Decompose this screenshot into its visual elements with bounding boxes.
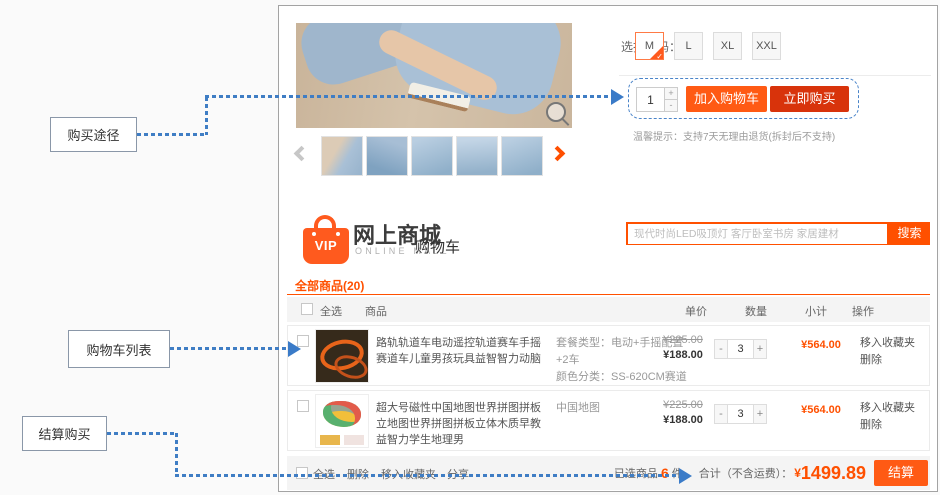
- annotation-label-purchase-path: 购买途径: [50, 117, 137, 152]
- search-input[interactable]: [628, 225, 887, 244]
- bag-dot: [312, 232, 316, 236]
- return-policy-tip: 温馨提示：支持7天无理由退货(拆封后不支持): [633, 128, 835, 143]
- subtotal-cell: ¥564.00: [786, 404, 856, 416]
- delete-link[interactable]: 删除: [860, 417, 915, 434]
- size-option-m[interactable]: M ✓: [635, 32, 664, 60]
- row-actions: 移入收藏夹 删除: [860, 335, 915, 369]
- tab-all-items[interactable]: 全部商品(20): [295, 277, 364, 294]
- gallery-prev-button[interactable]: [293, 142, 311, 168]
- annotation-connector: [107, 432, 177, 435]
- selected-label: 已选商品: [614, 465, 658, 481]
- annotation-text: 结算购买: [38, 424, 90, 443]
- subtotal-cell: ¥564.00: [786, 339, 856, 351]
- row-quantity-stepper: -+: [714, 404, 767, 424]
- cart-footer-bar: 全选 删除 移入收藏夹 分享 已选商品 6 件 合计（不含运费）： ¥ 1499…: [287, 456, 930, 490]
- product-title[interactable]: 路轨轨道车电动遥控轨道赛车手摇赛道车儿童男孩玩具益智智力动脑: [376, 335, 544, 367]
- size-option-label: L: [685, 40, 691, 52]
- annotation-label-cart-list: 购物车列表: [68, 330, 170, 368]
- annotation-arrow-icon: [679, 468, 692, 484]
- header-product: 商品: [365, 303, 387, 319]
- search-button[interactable]: 搜索: [889, 222, 930, 245]
- product-title[interactable]: 超大号磁性中国地图世界拼图拼板立地图世界拼图拼板立体木质早教益智力学生地理男: [376, 400, 544, 448]
- divider: [619, 75, 931, 76]
- price-new: ¥188.00: [648, 349, 718, 361]
- qty-decrease-button[interactable]: -: [714, 339, 728, 359]
- currency-symbol: ¥: [794, 466, 801, 480]
- selected-count: 6: [661, 465, 669, 481]
- price-cell: ¥225.00 ¥188.00: [648, 399, 718, 426]
- total-amount: 1499.89: [801, 463, 866, 484]
- gallery-thumbnail[interactable]: [501, 136, 543, 176]
- bag-dot: [336, 232, 340, 236]
- row-quantity-input[interactable]: [727, 404, 754, 424]
- row-quantity-stepper: -+: [714, 339, 767, 359]
- move-to-favorites-link[interactable]: 移入收藏夹: [860, 400, 915, 417]
- row-checkbox[interactable]: [297, 400, 309, 412]
- annotated-screenshot-canvas: 选择尺码： M ✓ L XL XXL + - 加入购物车 立即购买 温馨提示：支…: [0, 0, 940, 495]
- price-new: ¥188.00: [648, 414, 718, 426]
- chevron-left-icon: [294, 146, 310, 162]
- tab-underline: [287, 294, 930, 295]
- vip-logo-text: VIP: [315, 238, 337, 253]
- size-option-l[interactable]: L: [674, 32, 703, 60]
- search-box: [626, 222, 889, 245]
- header-qty: 数量: [745, 303, 767, 319]
- total-label: 合计（不含运费）：: [699, 465, 793, 481]
- cart-row: 超大号磁性中国地图世界拼图拼板立地图世界拼图拼板立体木质早教益智力学生地理男 中…: [287, 390, 930, 451]
- price-old: ¥225.00: [648, 334, 718, 346]
- annotation-connector: [175, 433, 178, 476]
- gallery-thumbnail[interactable]: [411, 136, 453, 176]
- size-option-label: XXL: [756, 40, 777, 52]
- product-thumbnail-map[interactable]: [315, 394, 369, 448]
- annotation-connector: [137, 133, 207, 136]
- map-thumbs-shape: [320, 435, 340, 445]
- annotation-connector: [205, 97, 208, 135]
- annotation-text: 购买途径: [67, 125, 119, 144]
- gallery-thumbnail[interactable]: [366, 136, 408, 176]
- page-title: 购物车: [415, 236, 460, 257]
- annotation-connector: [205, 95, 611, 98]
- checkout-button[interactable]: 结算: [874, 460, 928, 486]
- product-main-image[interactable]: [296, 23, 572, 128]
- header-action: 操作: [852, 303, 874, 319]
- cart-row: 路轨轨道车电动遥控轨道赛车手摇赛道车儿童男孩玩具益智智力动脑 套餐类型：电动+手…: [287, 325, 930, 386]
- annotation-text: 购物车列表: [86, 340, 151, 359]
- row-quantity-input[interactable]: [727, 339, 754, 359]
- qty-increase-button[interactable]: +: [753, 404, 767, 424]
- annotation-arrow-icon: [288, 341, 301, 357]
- gallery-thumbnail[interactable]: [321, 136, 363, 176]
- header-subtotal: 小计: [805, 303, 827, 319]
- select-all-checkbox[interactable]: [301, 303, 313, 315]
- attr-line: 颜色分类：SS-620CM赛道: [556, 369, 691, 386]
- gallery-next-button[interactable]: [549, 142, 567, 168]
- size-option-label: XL: [721, 40, 734, 52]
- order-summary: 已选商品 6 件 合计（不含运费）： ¥ 1499.89: [614, 456, 866, 490]
- mall-logo: VIP: [303, 228, 349, 264]
- annotation-connector: [170, 347, 288, 350]
- row-actions: 移入收藏夹 删除: [860, 400, 915, 434]
- qty-increase-button[interactable]: +: [753, 339, 767, 359]
- annotation-connector: [175, 474, 680, 477]
- check-icon: ✓: [656, 52, 663, 60]
- size-option-xxl[interactable]: XXL: [752, 32, 781, 60]
- size-option-xl[interactable]: XL: [713, 32, 742, 60]
- header-price: 单价: [685, 303, 707, 319]
- annotation-arrow-icon: [611, 89, 624, 105]
- callout-dashed-frame: [628, 78, 859, 119]
- cart-table-header: 全选 商品 单价 数量 小计 操作: [287, 297, 930, 322]
- qty-decrease-button[interactable]: -: [714, 404, 728, 424]
- gallery-thumbnail[interactable]: [456, 136, 498, 176]
- move-to-favorites-link[interactable]: 移入收藏夹: [860, 335, 915, 352]
- product-thumbnail-racetrack[interactable]: [315, 329, 369, 383]
- header-select-all: 全选: [320, 303, 342, 319]
- delete-link[interactable]: 删除: [860, 352, 915, 369]
- price-cell: ¥225.00 ¥188.00: [648, 334, 718, 361]
- price-old: ¥225.00: [648, 399, 718, 411]
- chevron-right-icon: [550, 146, 566, 162]
- magnifier-icon[interactable]: [546, 102, 566, 122]
- annotation-label-checkout: 结算购买: [22, 416, 107, 451]
- map-shape: [323, 401, 361, 427]
- footer-select-all-checkbox[interactable]: [296, 467, 308, 479]
